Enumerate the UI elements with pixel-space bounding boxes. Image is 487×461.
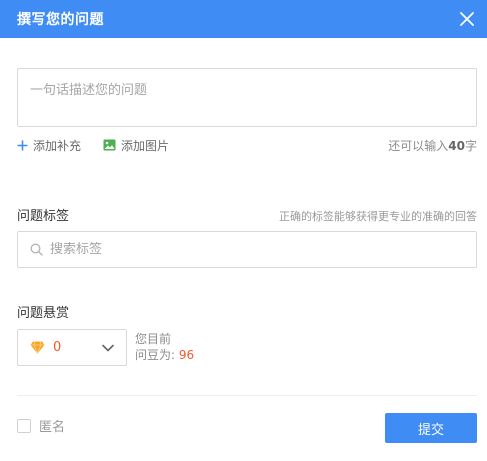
search-icon <box>30 243 43 256</box>
char-limit-count: 40 <box>448 138 465 153</box>
char-limit-prefix: 还可以输入 <box>388 138 449 153</box>
tags-label: 问题标签 <box>17 209 70 224</box>
add-supplement-button[interactable]: 添加补充 <box>17 137 81 154</box>
anonymous-label: 匿名 <box>39 420 66 435</box>
bounty-select[interactable]: 0 <box>17 329 127 366</box>
char-limit-suffix: 字 <box>464 138 477 153</box>
question-input[interactable] <box>18 69 476 126</box>
footer-divider <box>17 395 477 396</box>
add-image-label: 添加图片 <box>121 138 170 153</box>
balance-line2: 问豆为: 96 <box>135 347 194 363</box>
balance-line1: 您目前 <box>135 332 172 346</box>
close-icon <box>460 12 474 26</box>
submit-button[interactable]: 提交 <box>385 413 477 443</box>
close-button[interactable] <box>457 9 477 29</box>
chevron-down-icon <box>102 344 114 352</box>
image-icon <box>103 139 116 151</box>
dialog-title: 撰写您的问题 <box>17 12 104 28</box>
dialog-header: 撰写您的问题 <box>0 0 487 38</box>
bounty-value: 0 <box>53 340 62 355</box>
plus-icon <box>17 140 28 151</box>
char-limit: 还可以输入40字 <box>388 137 477 154</box>
tag-search-box <box>17 231 477 268</box>
question-tools: 添加补充 添加图片 还可以输入40字 <box>17 137 477 153</box>
add-supplement-label: 添加补充 <box>33 138 82 153</box>
tag-search-input[interactable] <box>50 242 450 257</box>
balance-prefix: 问豆为: <box>135 348 179 362</box>
tags-hint: 正确的标签能够获得更专业的准确的回答 <box>279 210 477 223</box>
diamond-icon <box>30 341 45 354</box>
anonymous-checkbox[interactable] <box>17 418 31 433</box>
balance-amount: 96 <box>178 348 195 362</box>
add-image-button[interactable]: 添加图片 <box>103 137 169 154</box>
anonymous-toggle[interactable]: 匿名 <box>17 416 65 435</box>
bounty-balance: 您目前 问豆为: 96 <box>135 331 194 363</box>
bounty-label: 问题悬赏 <box>17 306 70 321</box>
question-box <box>17 68 477 127</box>
